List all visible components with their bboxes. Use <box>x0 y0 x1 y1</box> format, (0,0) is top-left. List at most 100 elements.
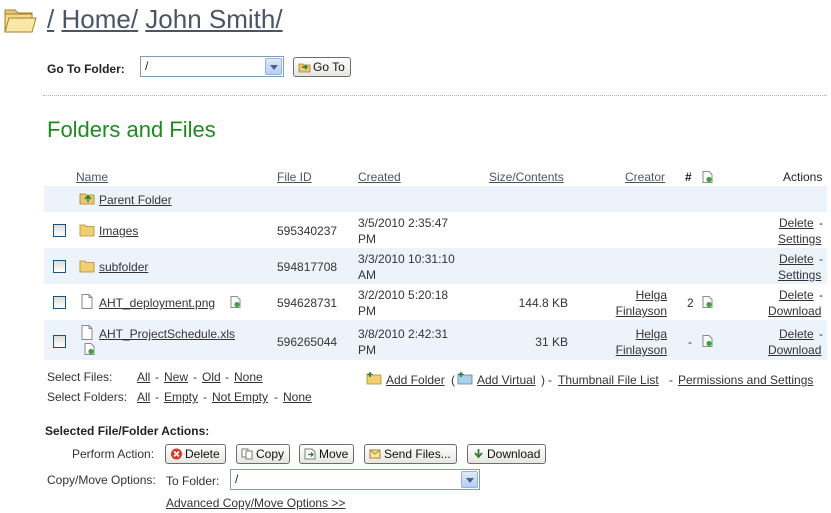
to-folder-select[interactable]: / <box>230 469 480 490</box>
download-button[interactable]: Download <box>467 444 547 464</box>
send-files-button-label: Send Files... <box>384 447 451 461</box>
row-checkbox[interactable] <box>53 335 66 348</box>
add-virtual-folder-icon[interactable] <box>457 371 473 385</box>
delete-icon <box>171 448 182 460</box>
move-button-label: Move <box>319 447 349 461</box>
select-folders-none-link[interactable]: None <box>283 390 312 404</box>
separator: - <box>155 370 159 384</box>
goto-button[interactable]: Go To <box>293 57 351 77</box>
separator: - <box>203 390 207 404</box>
select-folders-not-empty-link[interactable]: Not Empty <box>212 390 268 404</box>
file-name-link[interactable]: AHT_deployment.png <box>99 295 215 311</box>
select-folders-all-link[interactable]: All <box>137 390 150 404</box>
separator: - <box>274 390 278 404</box>
breadcrumb-root-link[interactable]: / <box>47 4 54 34</box>
document-icon <box>81 294 93 309</box>
row-checkbox[interactable] <box>53 296 66 309</box>
created-time-suffix: PM <box>358 343 376 357</box>
chevron-down-icon[interactable] <box>265 58 282 75</box>
download-link[interactable]: Download <box>768 303 821 319</box>
column-header-creator[interactable]: Creator <box>625 170 665 184</box>
column-header-size[interactable]: Size/Contents <box>489 170 564 184</box>
settings-link[interactable]: Settings <box>778 231 821 247</box>
creator-link[interactable]: Finlayson <box>600 342 667 358</box>
separator: - <box>225 370 229 384</box>
add-folder-icon[interactable] <box>366 371 382 385</box>
advanced-copy-move-link[interactable]: Advanced Copy/Move Options >> <box>166 496 345 510</box>
column-header-created[interactable]: Created <box>358 170 401 184</box>
download-link[interactable]: Download <box>768 342 821 358</box>
breadcrumb-home-link[interactable]: Home <box>61 4 130 34</box>
created-date: 3/3/2010 10:31:10 <box>358 252 455 266</box>
created-time-suffix: PM <box>358 304 376 318</box>
copy-button[interactable]: Copy <box>236 444 291 464</box>
document-icon <box>81 325 93 340</box>
file-size: 31 KB <box>535 335 568 349</box>
send-files-icon <box>369 449 381 459</box>
select-folders-empty-link[interactable]: Empty <box>164 390 198 404</box>
select-folders-label: Select Folders: <box>47 390 128 404</box>
created-time-suffix: AM <box>358 268 376 282</box>
folder-name-link[interactable]: subfolder <box>99 259 148 275</box>
move-button[interactable]: Move <box>299 444 355 464</box>
file-name-link[interactable]: AHT_ProjectSchedule.xls <box>99 326 235 342</box>
version-count: - <box>688 335 692 349</box>
separator: - <box>193 370 197 384</box>
select-files-all-link[interactable]: All <box>137 370 150 384</box>
add-folder-link[interactable]: Add Folder <box>386 373 445 387</box>
breadcrumb-user-link[interactable]: John Smith <box>145 4 275 34</box>
created-date: 3/2/2010 5:20:18 <box>358 288 449 302</box>
document-check-icon[interactable] <box>702 335 713 347</box>
to-folder-label: To Folder: <box>166 474 220 488</box>
goto-button-label: Go To <box>313 60 345 74</box>
breadcrumb-separator[interactable]: / <box>275 4 282 34</box>
folder-name-link[interactable]: Images <box>99 223 138 239</box>
breadcrumb-separator[interactable]: / <box>131 4 138 34</box>
move-icon <box>304 448 316 460</box>
goto-folder-label: Go To Folder: <box>47 62 125 76</box>
select-files-none-link[interactable]: None <box>234 370 263 384</box>
creator-link[interactable]: Helga <box>600 326 667 342</box>
permissions-settings-link[interactable]: Permissions and Settings <box>678 373 813 387</box>
copy-button-label: Copy <box>256 447 285 461</box>
file-id: 594817708 <box>277 260 338 274</box>
parent-folder-link[interactable]: Parent Folder <box>99 192 172 208</box>
add-virtual-link[interactable]: Add Virtual <box>477 373 535 387</box>
column-header-name[interactable]: Name <box>76 170 108 184</box>
copy-icon <box>241 448 253 460</box>
delete-link[interactable]: Delete <box>779 251 814 267</box>
file-id: 594628731 <box>277 296 338 310</box>
document-check-icon[interactable] <box>702 296 713 308</box>
chevron-down-icon[interactable] <box>461 471 478 488</box>
delete-link[interactable]: Delete <box>779 215 814 231</box>
column-header-file-id[interactable]: File ID <box>277 170 312 184</box>
goto-folder-select[interactable]: / <box>140 56 284 77</box>
delete-link[interactable]: Delete <box>779 287 814 303</box>
separator: - <box>548 373 552 387</box>
parent-folder-icon <box>79 193 95 205</box>
folder-icon <box>79 260 95 273</box>
select-files-old-link[interactable]: Old <box>202 370 221 384</box>
created-date: 3/8/2010 2:42:31 <box>358 327 449 341</box>
row-checkbox[interactable] <box>53 260 66 273</box>
delete-link[interactable]: Delete <box>779 326 814 342</box>
download-icon <box>474 449 483 459</box>
thumbnail-file-list-link[interactable]: Thumbnail File List <box>558 373 659 387</box>
separator: - <box>669 373 673 387</box>
send-files-button[interactable]: Send Files... <box>364 444 457 464</box>
creator-link[interactable]: Finlayson <box>600 303 667 319</box>
document-check-icon[interactable] <box>230 296 241 308</box>
open-folder-icon <box>4 9 37 33</box>
settings-link[interactable]: Settings <box>778 267 821 283</box>
select-files-new-link[interactable]: New <box>164 370 188 384</box>
column-header-actions: Actions <box>783 170 823 184</box>
delete-button[interactable]: Delete <box>165 444 226 464</box>
row-checkbox[interactable] <box>53 224 66 237</box>
document-check-icon[interactable] <box>84 343 95 355</box>
action-separator: - <box>819 327 823 341</box>
creator-link[interactable]: Helga <box>600 287 667 303</box>
action-separator: - <box>819 288 823 302</box>
file-size: 144.8 KB <box>518 296 568 310</box>
selected-actions-heading: Selected File/Folder Actions: <box>45 424 210 438</box>
download-button-label: Download <box>487 447 541 461</box>
